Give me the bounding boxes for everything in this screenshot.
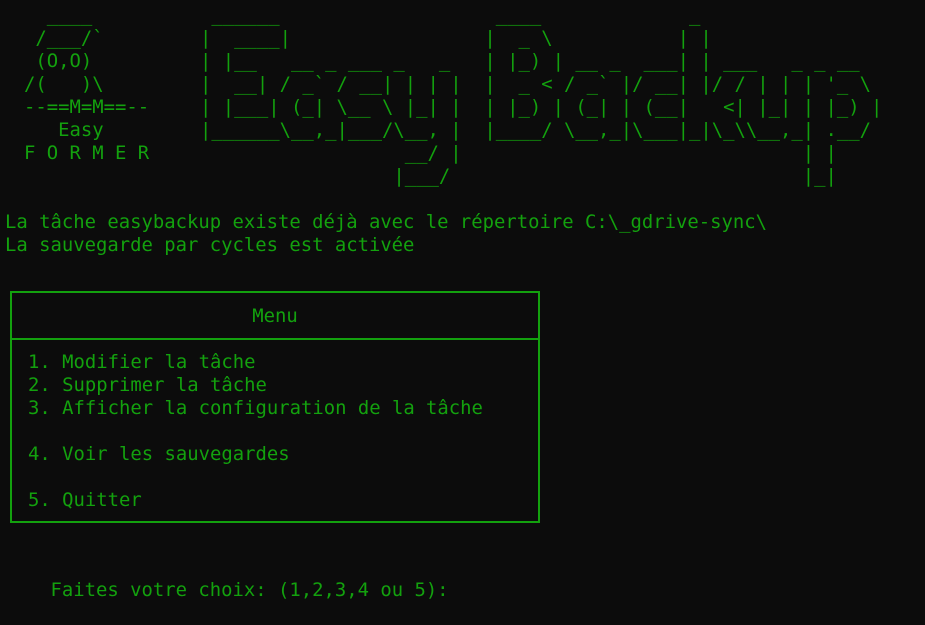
- menu-item-show-config[interactable]: 3. Afficher la configuration de la tâche: [28, 397, 483, 420]
- task-exists-message: La tâche easybackup existe déjà avec le …: [5, 211, 767, 233]
- cycle-backup-status: La sauvegarde par cycles est activée: [5, 234, 415, 256]
- menu-divider: [12, 338, 538, 340]
- choice-prompt[interactable]: Faites votre choix: (1,2,3,4 ou 5):: [5, 556, 449, 625]
- menu-box: Menu 1. Modifier la tâche 2. Supprimer l…: [10, 291, 540, 523]
- easybackup-ascii-title: ______ ____ _ | ____| | _ \ | | | |__ __…: [200, 4, 883, 187]
- menu-item-quit[interactable]: 5. Quitter: [28, 489, 142, 512]
- owl-ascii-logo: ____ /___/` (O,O) /( )\ --==M=M==-- Easy…: [24, 4, 150, 164]
- menu-item-modify-task[interactable]: 1. Modifier la tâche: [28, 351, 255, 374]
- terminal-window: ____ /___/` (O,O) /( )\ --==M=M==-- Easy…: [0, 0, 925, 601]
- menu-item-delete-task[interactable]: 2. Supprimer la tâche: [28, 374, 267, 397]
- menu-title: Menu: [252, 305, 298, 327]
- menu-item-view-backups[interactable]: 4. Voir les sauvegardes: [28, 443, 290, 466]
- choice-prompt-text: Faites votre choix: (1,2,3,4 ou 5):: [50, 579, 449, 601]
